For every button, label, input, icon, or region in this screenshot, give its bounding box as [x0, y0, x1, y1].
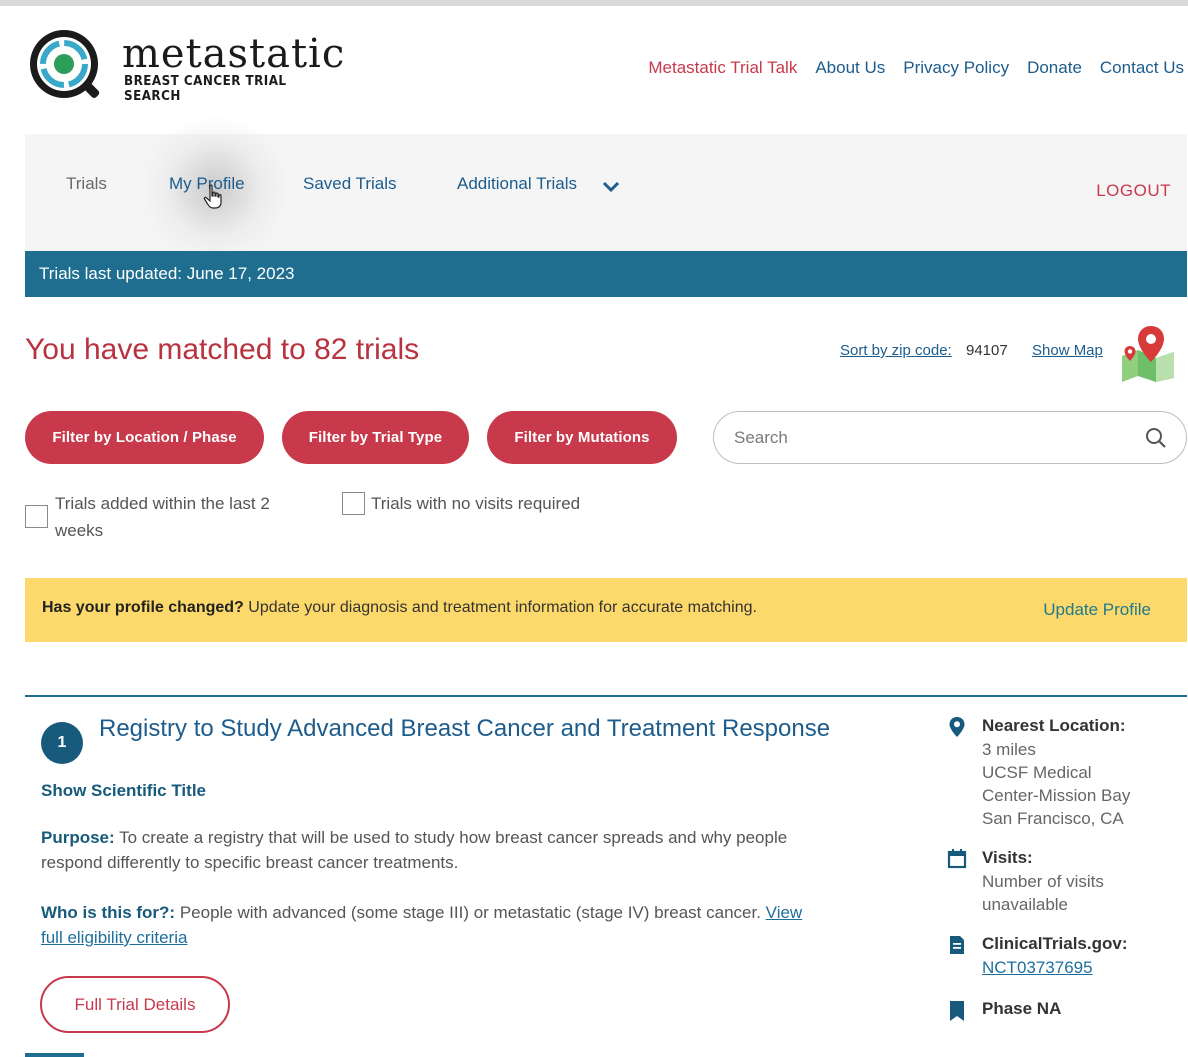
- who-text: People with advanced (some stage III) or…: [175, 903, 766, 922]
- map-pin-icon[interactable]: [1118, 322, 1178, 384]
- view-eligibility-link[interactable]: View: [766, 903, 803, 922]
- logout-button[interactable]: LOGOUT: [1096, 181, 1171, 201]
- profile-banner-text: Has your profile changed? Update your di…: [42, 599, 757, 617]
- nearest-site-line1: UCSF Medical: [982, 763, 1092, 782]
- tab-trials[interactable]: Trials: [66, 174, 107, 194]
- logo-target-icon: [30, 30, 100, 98]
- profile-changed-banner: Has your profile changed? Update your di…: [25, 578, 1187, 642]
- nav-link-about-us[interactable]: About Us: [815, 58, 885, 78]
- phase-label: Phase NA: [982, 999, 1062, 1018]
- purpose-text-line1: To create a registry that will be used t…: [114, 828, 788, 847]
- trials-updated-bar: Trials last updated: June 17, 2023: [25, 251, 1187, 297]
- search-icon[interactable]: [1144, 426, 1168, 450]
- trial-who-for: Who is this for?: People with advanced (…: [41, 900, 851, 950]
- zip-code-value: 94107: [966, 342, 1008, 359]
- nct-id-link[interactable]: NCT03737695: [982, 958, 1093, 977]
- tab-saved-trials[interactable]: Saved Trials: [303, 174, 397, 194]
- hand-cursor-icon: [203, 184, 222, 209]
- bookmark-icon: [950, 1001, 964, 1021]
- recent-trials-label: Trials added within the last 2 weeks: [55, 490, 270, 544]
- calendar-icon: [947, 849, 967, 869]
- no-visits-checkbox[interactable]: [342, 492, 365, 515]
- nav-link-privacy-policy[interactable]: Privacy Policy: [903, 58, 1009, 78]
- search-input[interactable]: [734, 424, 1124, 452]
- top-navigation: Metastatic Trial Talk About Us Privacy P…: [648, 58, 1184, 78]
- nav-link-contact-us[interactable]: Contact Us: [1100, 58, 1184, 78]
- site-logo[interactable]: metastatic BREAST CANCER TRIAL SEARCH: [26, 24, 366, 114]
- show-scientific-title-link[interactable]: Show Scientific Title: [41, 781, 206, 801]
- full-eligibility-criteria-link[interactable]: full eligibility criteria: [41, 928, 187, 947]
- sort-by-zip-link[interactable]: Sort by zip code:: [840, 342, 952, 359]
- show-map-link[interactable]: Show Map: [1032, 342, 1103, 359]
- logo-title: metastatic: [122, 31, 346, 77]
- nearest-location-details: 3 miles UCSF Medical Center-Mission Bay …: [982, 738, 1130, 830]
- clinicaltrials-label: ClinicalTrials.gov:: [982, 934, 1128, 953]
- trial-number-badge: 1: [41, 722, 83, 764]
- nearest-location-label: Nearest Location:: [982, 716, 1126, 735]
- logo-subtitle: BREAST CANCER TRIAL SEARCH: [124, 74, 287, 104]
- no-visits-label: Trials with no visits required: [371, 494, 581, 513]
- nearest-site-city: San Francisco, CA: [982, 809, 1124, 828]
- bottom-edge-tab: [25, 1053, 84, 1057]
- visits-line1: Number of visits: [982, 872, 1104, 891]
- visits-line2: unavailable: [982, 895, 1069, 914]
- recent-trials-checkbox[interactable]: [25, 505, 48, 528]
- nav-link-trial-talk[interactable]: Metastatic Trial Talk: [648, 58, 797, 78]
- profile-banner-bold: Has your profile changed?: [42, 599, 244, 616]
- tab-additional-trials[interactable]: Additional Trials: [457, 174, 577, 194]
- visits-details: Number of visits unavailable: [982, 870, 1104, 916]
- nav-link-donate[interactable]: Donate: [1027, 58, 1082, 78]
- filter-mutations-button[interactable]: Filter by Mutations: [487, 411, 677, 464]
- tab-bar: Trials My Profile Saved Trials Additiona…: [25, 114, 1187, 264]
- filter-trial-type-button[interactable]: Filter by Trial Type: [282, 411, 469, 464]
- recent-trials-label-line1: Trials added within the last 2: [55, 494, 270, 513]
- purpose-label: Purpose:: [41, 828, 115, 847]
- browser-top-strip: [0, 0, 1188, 6]
- trial-purpose: Purpose: To create a registry that will …: [41, 825, 851, 875]
- purpose-text-line2: respond differently to specific breast c…: [41, 853, 459, 872]
- nearest-site-line2: Center-Mission Bay: [982, 786, 1131, 805]
- filter-location-phase-button[interactable]: Filter by Location / Phase: [25, 411, 264, 464]
- trial-divider: [25, 695, 1187, 697]
- profile-banner-message: Update your diagnosis and treatment info…: [243, 599, 757, 616]
- match-heading: You have matched to 82 trials: [25, 333, 420, 366]
- search-box: [713, 411, 1187, 464]
- chevron-down-icon[interactable]: [601, 180, 621, 194]
- who-label: Who is this for?:: [41, 903, 176, 922]
- recent-trials-label-line2: weeks: [55, 521, 104, 540]
- document-icon: [950, 936, 964, 954]
- clinicaltrials-value: NCT03737695: [982, 956, 1093, 979]
- location-pin-icon: [949, 717, 965, 737]
- trial-title[interactable]: Registry to Study Advanced Breast Cancer…: [99, 715, 830, 743]
- visits-label: Visits:: [982, 848, 1033, 867]
- full-trial-details-button[interactable]: Full Trial Details: [40, 976, 230, 1033]
- nearest-distance: 3 miles: [982, 740, 1036, 759]
- update-profile-link[interactable]: Update Profile: [1043, 600, 1151, 620]
